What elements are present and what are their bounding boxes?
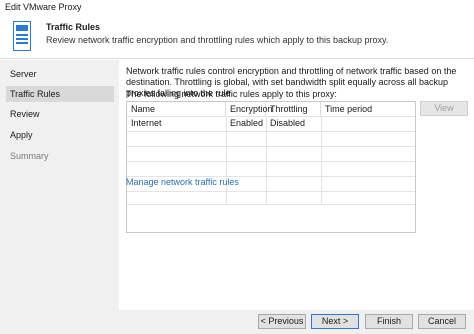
row-divider [127, 191, 415, 192]
view-button[interactable]: View [420, 101, 468, 116]
wizard-header: Traffic Rules Review network traffic enc… [0, 16, 474, 59]
sidebar-item-summary: Summary [10, 151, 49, 161]
wizard-footer: < Previous Next > Finish Cancel [0, 310, 474, 334]
cell-name: Internet [131, 118, 162, 128]
cell-time-period [321, 117, 415, 130]
wizard-steps-sidebar: Server Traffic Rules Review Apply Summar… [0, 60, 119, 310]
window-titlebar: Edit VMware Proxy [0, 0, 474, 16]
manage-traffic-rules-link[interactable]: Manage network traffic rules [126, 177, 239, 187]
sidebar-item-server[interactable]: Server [6, 66, 114, 82]
cell-throttling: Disabled [270, 118, 306, 128]
previous-button[interactable]: < Previous [258, 314, 306, 329]
rules-list-label: The following network traffic rules appl… [126, 89, 337, 99]
cell-encryption: Enabled [230, 118, 264, 128]
page-subtitle: Review network traffic encryption and th… [46, 35, 389, 45]
window-title: Edit VMware Proxy [5, 2, 82, 12]
row-divider [127, 131, 415, 132]
column-header-encryption[interactable]: Encryption [226, 102, 273, 116]
traffic-rules-table[interactable]: Name Encryption Throttling Time period I… [126, 101, 416, 233]
column-header-time-period[interactable]: Time period [321, 102, 415, 116]
sidebar-item-review[interactable]: Review [6, 106, 114, 122]
page-title: Traffic Rules [46, 22, 101, 32]
row-divider [127, 204, 415, 205]
column-header-name[interactable]: Name [127, 102, 226, 116]
sidebar-item-traffic-rules[interactable]: Traffic Rules [6, 86, 114, 102]
row-divider [127, 146, 415, 147]
proxy-server-icon [13, 21, 31, 51]
row-divider [127, 161, 415, 162]
next-button[interactable]: Next > [311, 314, 359, 329]
cancel-button[interactable]: Cancel [418, 314, 466, 329]
column-header-throttling[interactable]: Throttling [266, 102, 321, 116]
sidebar-item-apply[interactable]: Apply [6, 127, 114, 143]
finish-button[interactable]: Finish [365, 314, 413, 329]
